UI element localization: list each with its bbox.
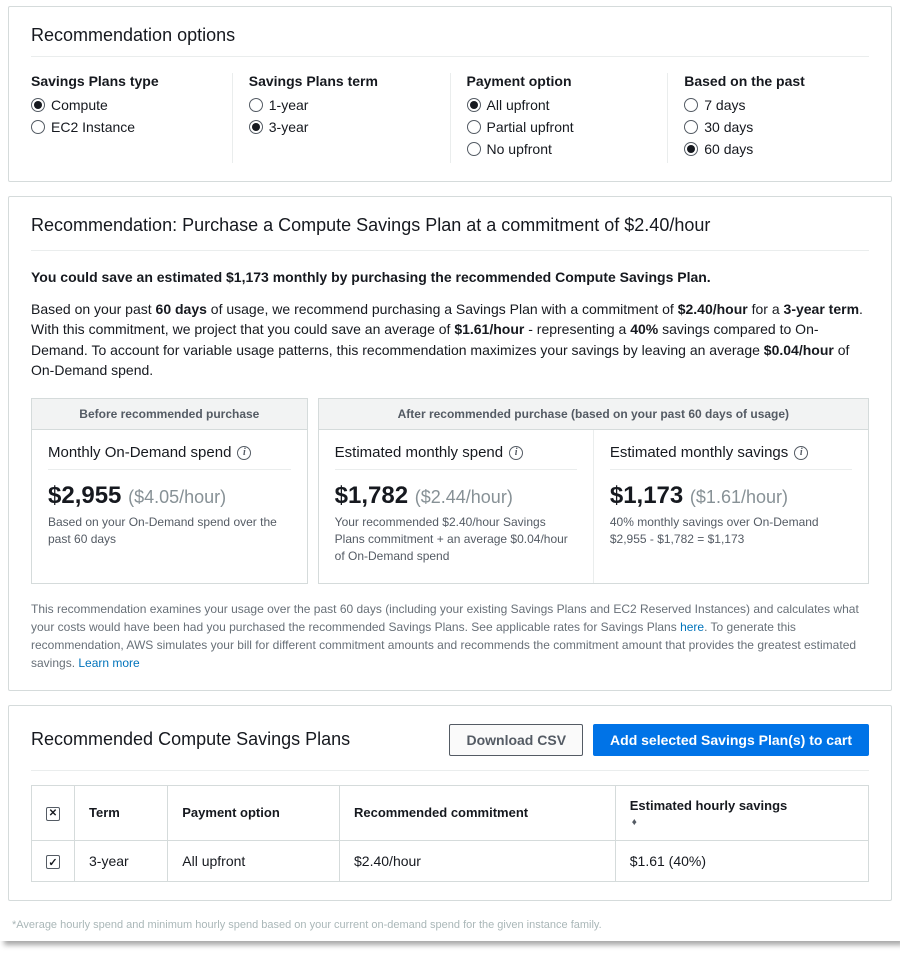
est-spend-value: $1,782 ($2.44/hour) [335, 482, 577, 510]
est-savings-value: $1,173 ($1.61/hour) [610, 482, 852, 510]
rates-link[interactable]: here [680, 620, 704, 634]
options-title: Recommendation options [31, 25, 869, 57]
col-savings[interactable]: Estimated hourly savings♦ [615, 785, 868, 840]
learn-more-link[interactable]: Learn more [78, 656, 139, 670]
cell-payment: All upfront [168, 840, 340, 882]
ondemand-spend-value: $2,955 ($4.05/hour) [48, 482, 291, 510]
table-row[interactable]: 3-year All upfront $2.40/hour $1.61 (40%… [32, 840, 869, 882]
recommendation-panel: Recommendation: Purchase a Compute Savin… [8, 196, 892, 691]
radio-icon [31, 120, 45, 134]
sort-icon: ♦ [632, 817, 637, 828]
radio-icon [467, 120, 481, 134]
plans-table: Term Payment option Recommended commitme… [31, 785, 869, 883]
ondemand-spend-sub: Based on your On-Demand spend over the p… [48, 514, 291, 548]
radio-icon [467, 142, 481, 156]
radio-icon [249, 98, 263, 112]
radio-icon [684, 98, 698, 112]
row-checkbox[interactable] [46, 855, 60, 869]
before-card: Before recommended purchase Monthly On-D… [31, 398, 308, 583]
est-savings-sub: 40% monthly savings over On-Demand $2,95… [610, 514, 852, 548]
close-icon [46, 807, 60, 821]
recommendation-title: Recommendation: Purchase a Compute Savin… [31, 215, 869, 251]
ondemand-spend-label: Monthly On-Demand spend i [48, 444, 291, 470]
cell-savings: $1.61 (40%) [615, 840, 868, 882]
radio-icon [684, 120, 698, 134]
recommended-plans-title: Recommended Compute Savings Plans [31, 729, 350, 750]
clear-selection-header[interactable] [32, 785, 75, 840]
radio-all-upfront[interactable]: All upfront [467, 97, 652, 113]
radio-icon [467, 98, 481, 112]
radio-no-upfront[interactable]: No upfront [467, 141, 652, 157]
col-commit[interactable]: Recommended commitment [340, 785, 616, 840]
recommendation-options-panel: Recommendation options Savings Plans typ… [8, 6, 892, 182]
radio-1-year[interactable]: 1-year [249, 97, 434, 113]
after-card: After recommended purchase (based on you… [318, 398, 869, 583]
recommendation-body: Based on your past 60 days of usage, we … [31, 299, 869, 380]
info-icon[interactable]: i [509, 446, 523, 460]
recommendation-summary: You could save an estimated $1,173 month… [31, 269, 869, 285]
radio-icon [684, 142, 698, 156]
est-spend-label: Estimated monthly spend i [335, 444, 577, 470]
radio-7-days[interactable]: 7 days [684, 97, 869, 113]
based-on-past-label: Based on the past [684, 73, 869, 89]
add-to-cart-button[interactable]: Add selected Savings Plan(s) to cart [593, 724, 869, 756]
cell-commit: $2.40/hour [340, 840, 616, 882]
radio-icon [249, 120, 263, 134]
info-icon[interactable]: i [237, 446, 251, 460]
radio-3-year[interactable]: 3-year [249, 119, 434, 135]
radio-ec2-instance[interactable]: EC2 Instance [31, 119, 216, 135]
payment-option-label: Payment option [467, 73, 652, 89]
info-icon[interactable]: i [794, 446, 808, 460]
after-card-head: After recommended purchase (based on you… [319, 399, 868, 430]
recommended-plans-panel: Recommended Compute Savings Plans Downlo… [8, 705, 892, 902]
before-card-head: Before recommended purchase [32, 399, 307, 430]
radio-icon [31, 98, 45, 112]
col-payment[interactable]: Payment option [168, 785, 340, 840]
savings-plans-type-label: Savings Plans type [31, 73, 216, 89]
savings-plans-term-label: Savings Plans term [249, 73, 434, 89]
page-footnote: *Average hourly spend and minimum hourly… [8, 915, 892, 931]
radio-30-days[interactable]: 30 days [684, 119, 869, 135]
cell-term: 3-year [75, 840, 168, 882]
radio-partial-upfront[interactable]: Partial upfront [467, 119, 652, 135]
download-csv-button[interactable]: Download CSV [449, 724, 583, 756]
radio-compute[interactable]: Compute [31, 97, 216, 113]
est-savings-label: Estimated monthly savings i [610, 444, 852, 470]
est-spend-sub: Your recommended $2.40/hour Savings Plan… [335, 514, 577, 564]
col-term[interactable]: Term [75, 785, 168, 840]
radio-60-days[interactable]: 60 days [684, 141, 869, 157]
recommendation-footnote: This recommendation examines your usage … [31, 600, 869, 672]
